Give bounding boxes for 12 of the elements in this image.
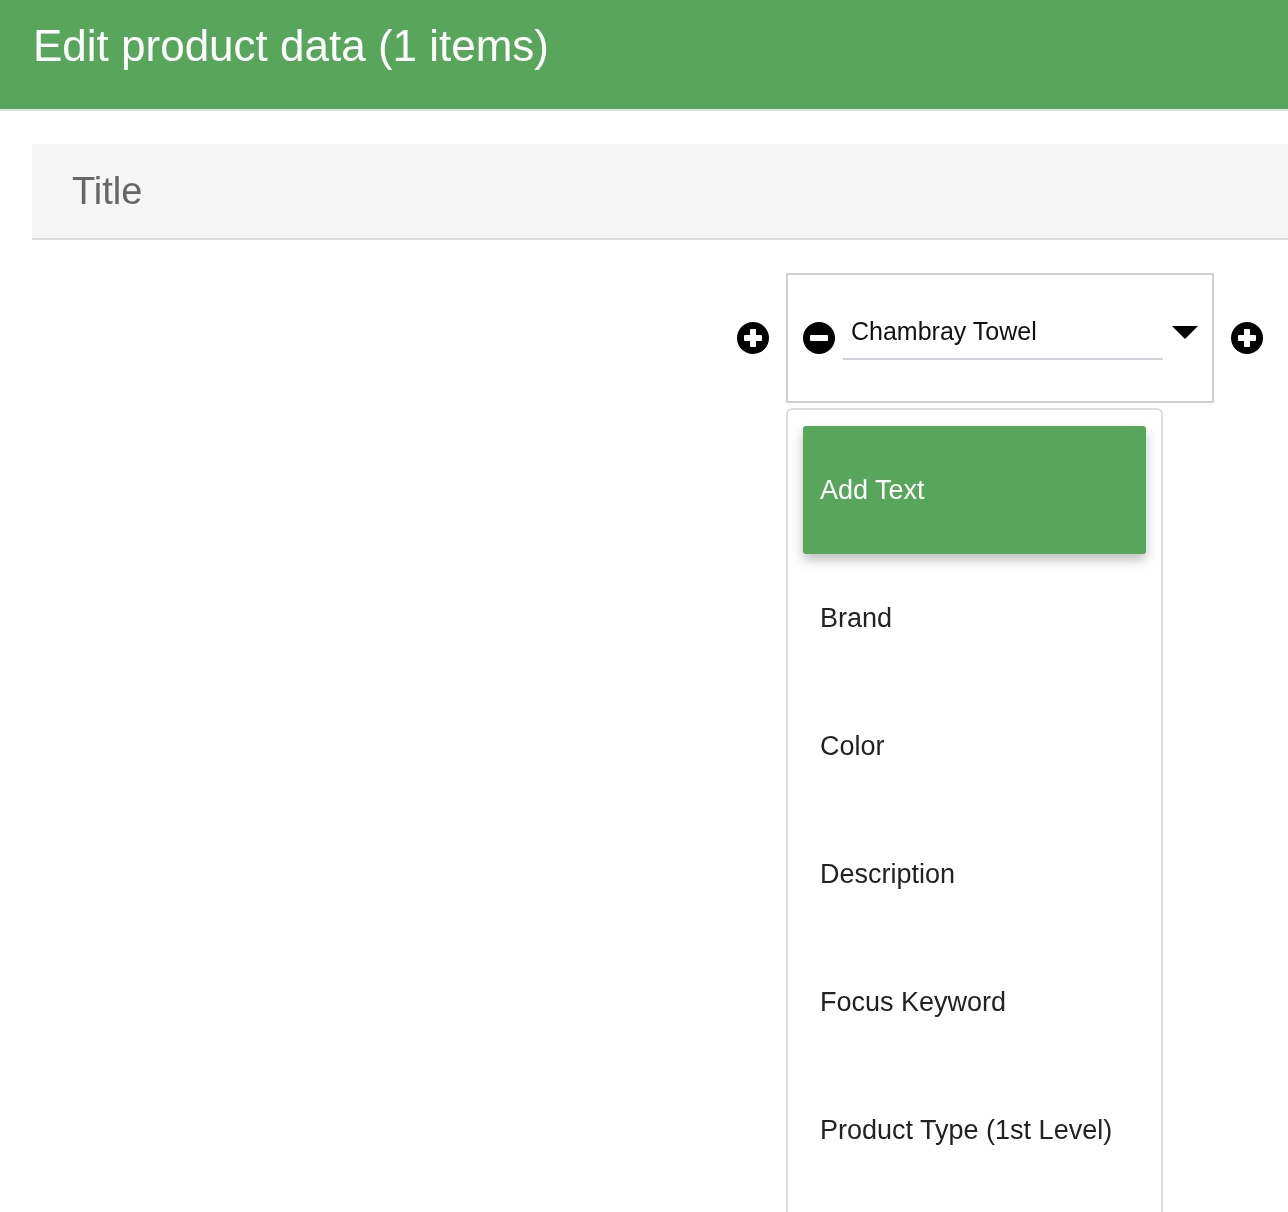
page-title: Edit product data (1 items) (33, 20, 549, 72)
select-field[interactable]: Chambray Towel (843, 316, 1163, 360)
add-icon[interactable] (1231, 322, 1263, 354)
caret-icon[interactable] (1172, 326, 1198, 340)
menu-item[interactable]: Brand (803, 554, 1146, 682)
menu-item[interactable]: Focus Keyword (803, 938, 1146, 1066)
menu-item[interactable]: Color (803, 682, 1146, 810)
menu-item[interactable]: Description (803, 810, 1146, 938)
add-icon[interactable] (737, 322, 769, 354)
menu-item[interactable]: Product Type (1st Level) (803, 1066, 1146, 1194)
remove-icon[interactable] (803, 322, 835, 354)
section-title: Title (72, 169, 143, 213)
